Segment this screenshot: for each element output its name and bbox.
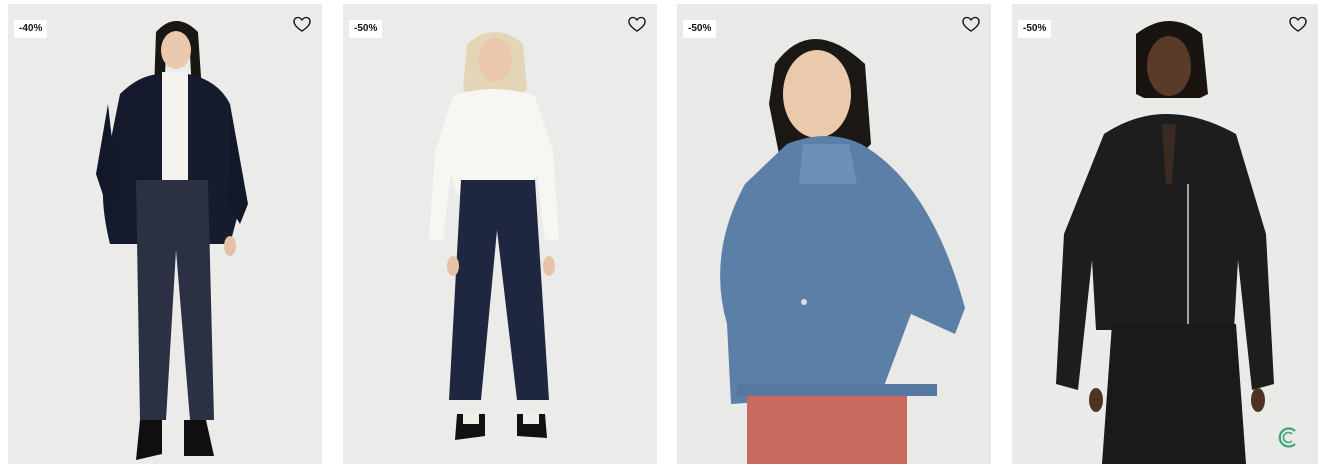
watermark-logo — [1268, 424, 1308, 454]
product-image[interactable] — [1012, 4, 1318, 464]
heart-icon[interactable] — [961, 14, 981, 34]
discount-badge: -40% — [14, 20, 48, 38]
product-image[interactable] — [343, 4, 657, 464]
product-image[interactable] — [8, 4, 322, 464]
product-grid: -40% -50% -50% -50% — [0, 0, 1325, 468]
discount-badge: -50% — [349, 20, 383, 38]
product-card-4[interactable]: -50% — [1012, 4, 1318, 464]
heart-icon[interactable] — [627, 14, 647, 34]
product-card-2[interactable]: -50% — [343, 4, 657, 464]
discount-badge: -50% — [1018, 20, 1052, 38]
discount-badge: -50% — [683, 20, 717, 38]
heart-icon[interactable] — [292, 14, 312, 34]
product-image[interactable] — [677, 4, 991, 464]
product-card-1[interactable]: -40% — [8, 4, 322, 464]
product-card-3[interactable]: -50% — [677, 4, 991, 464]
heart-icon[interactable] — [1288, 14, 1308, 34]
